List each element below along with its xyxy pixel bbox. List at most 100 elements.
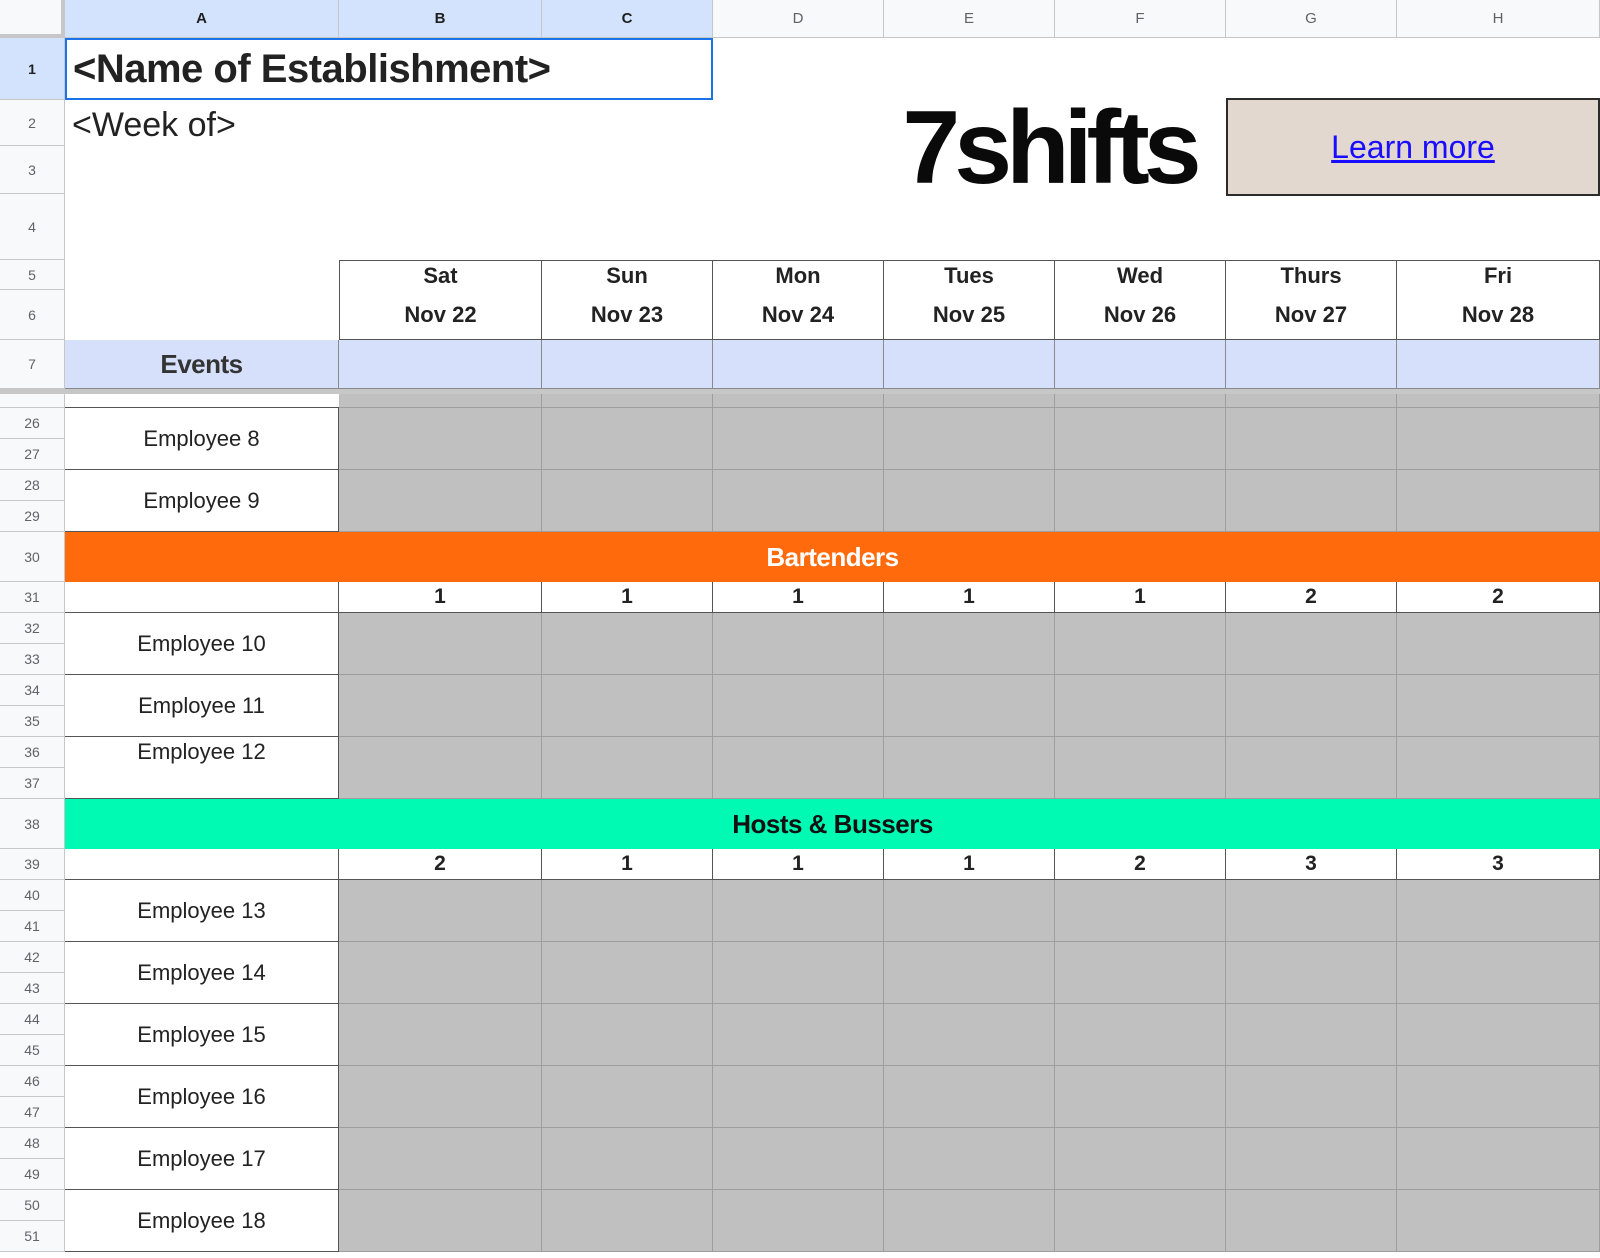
row-header-4[interactable]: 4 bbox=[0, 194, 65, 260]
shift-cell[interactable] bbox=[713, 1128, 884, 1190]
employee-name-cell[interactable]: Employee 8 bbox=[65, 408, 339, 470]
shift-cell[interactable] bbox=[1055, 613, 1226, 675]
shift-cell[interactable] bbox=[884, 1190, 1055, 1252]
row-header-36[interactable]: 36 bbox=[0, 737, 65, 768]
shift-cell[interactable] bbox=[1397, 1066, 1600, 1128]
shift-cell[interactable] bbox=[1397, 942, 1600, 1004]
employee-name-cell[interactable]: Employee 13 bbox=[65, 880, 339, 942]
column-header-g[interactable]: G bbox=[1226, 0, 1397, 38]
learn-more-link[interactable]: Learn more bbox=[1331, 129, 1495, 166]
learn-more-button[interactable]: Learn more bbox=[1226, 98, 1600, 196]
shift-cell[interactable] bbox=[339, 1004, 542, 1066]
shift-cell[interactable] bbox=[339, 613, 542, 675]
row-header-30[interactable]: 30 bbox=[0, 532, 65, 582]
column-header-d[interactable]: D bbox=[713, 0, 884, 38]
shift-cell[interactable] bbox=[713, 880, 884, 942]
day-header-thurs[interactable]: Thurs bbox=[1226, 260, 1397, 291]
date-header-sun[interactable]: Nov 23 bbox=[542, 290, 713, 340]
row-header-34[interactable]: 34 bbox=[0, 675, 65, 706]
row-header-33[interactable]: 33 bbox=[0, 644, 65, 675]
column-header-h[interactable]: H bbox=[1397, 0, 1600, 38]
shift-cell[interactable] bbox=[713, 675, 884, 737]
row-header-5[interactable]: 5 bbox=[0, 260, 65, 290]
row-header-50[interactable]: 50 bbox=[0, 1190, 65, 1221]
select-all-corner[interactable] bbox=[0, 0, 65, 38]
column-header-f[interactable]: F bbox=[1055, 0, 1226, 38]
shift-cell[interactable] bbox=[339, 1190, 542, 1252]
shift-cell[interactable] bbox=[1226, 942, 1397, 1004]
shift-cell[interactable] bbox=[542, 1190, 713, 1252]
shift-cell[interactable] bbox=[542, 408, 713, 470]
events-cell[interactable] bbox=[713, 340, 884, 389]
establishment-name-cell[interactable]: <Name of Establishment> bbox=[65, 38, 713, 100]
row-header-38[interactable]: 38 bbox=[0, 799, 65, 849]
date-header-tues[interactable]: Nov 25 bbox=[884, 290, 1055, 340]
shift-cell[interactable] bbox=[1226, 1128, 1397, 1190]
shift-cell[interactable] bbox=[339, 737, 542, 799]
employee-name-cell[interactable]: Employee 17 bbox=[65, 1128, 339, 1190]
staff-count-cell[interactable]: 2 bbox=[1397, 582, 1600, 613]
staff-count-cell[interactable]: 1 bbox=[1055, 582, 1226, 613]
date-header-mon[interactable]: Nov 24 bbox=[713, 290, 884, 340]
shift-cell[interactable] bbox=[339, 1066, 542, 1128]
staff-count-cell[interactable]: 2 bbox=[339, 849, 542, 880]
row-header-6[interactable]: 6 bbox=[0, 290, 65, 340]
shift-cell[interactable] bbox=[1226, 1004, 1397, 1066]
day-header-sun[interactable]: Sun bbox=[542, 260, 713, 291]
staff-count-cell[interactable]: 2 bbox=[1226, 582, 1397, 613]
shift-cell[interactable] bbox=[1397, 394, 1600, 408]
date-header-sat[interactable]: Nov 22 bbox=[339, 290, 542, 340]
shift-cell[interactable] bbox=[1055, 675, 1226, 737]
events-cell[interactable] bbox=[1226, 340, 1397, 389]
shift-cell[interactable] bbox=[1397, 408, 1600, 470]
staff-count-cell[interactable]: 3 bbox=[1226, 849, 1397, 880]
shift-cell[interactable] bbox=[884, 613, 1055, 675]
shift-cell[interactable] bbox=[1226, 675, 1397, 737]
employee-name-cell[interactable]: Employee 9 bbox=[65, 470, 339, 532]
shift-cell[interactable] bbox=[713, 737, 884, 799]
shift-cell[interactable] bbox=[713, 1190, 884, 1252]
shift-cell[interactable] bbox=[1055, 1066, 1226, 1128]
row-header-29[interactable]: 29 bbox=[0, 501, 65, 532]
row-header-49[interactable]: 49 bbox=[0, 1159, 65, 1190]
shift-cell[interactable] bbox=[884, 737, 1055, 799]
shift-cell[interactable] bbox=[884, 1004, 1055, 1066]
events-cell[interactable] bbox=[1397, 340, 1600, 389]
date-header-wed[interactable]: Nov 26 bbox=[1055, 290, 1226, 340]
shift-cell[interactable] bbox=[1226, 1066, 1397, 1128]
column-header-c[interactable]: C bbox=[542, 0, 713, 38]
shift-cell[interactable] bbox=[1055, 1004, 1226, 1066]
shift-cell[interactable] bbox=[542, 675, 713, 737]
section-header-hosts-bussers[interactable]: Hosts & Bussers bbox=[65, 799, 1600, 849]
shift-cell[interactable] bbox=[713, 1066, 884, 1128]
row-header-3[interactable]: 3 bbox=[0, 146, 65, 194]
shift-cell[interactable] bbox=[1397, 880, 1600, 942]
row-header-48[interactable]: 48 bbox=[0, 1128, 65, 1159]
row-header-27[interactable]: 27 bbox=[0, 439, 65, 470]
shift-cell[interactable] bbox=[339, 880, 542, 942]
row-header-37[interactable]: 37 bbox=[0, 768, 65, 799]
shift-cell[interactable] bbox=[339, 394, 542, 408]
shift-cell[interactable] bbox=[884, 470, 1055, 532]
staff-count-cell[interactable]: 1 bbox=[542, 849, 713, 880]
day-header-fri[interactable]: Fri bbox=[1397, 260, 1600, 291]
shift-cell[interactable] bbox=[542, 737, 713, 799]
employee-name-cell[interactable]: Employee 12 bbox=[65, 737, 339, 799]
row-header-39[interactable]: 39 bbox=[0, 849, 65, 880]
shift-cell[interactable] bbox=[542, 942, 713, 1004]
employee-name-cell[interactable]: Employee 14 bbox=[65, 942, 339, 1004]
row-header-51[interactable]: 51 bbox=[0, 1221, 65, 1252]
shift-cell[interactable] bbox=[339, 408, 542, 470]
shift-cell[interactable] bbox=[542, 1128, 713, 1190]
shift-cell[interactable] bbox=[1397, 1128, 1600, 1190]
shift-cell[interactable] bbox=[542, 394, 713, 408]
shift-cell[interactable] bbox=[713, 394, 884, 408]
shift-cell[interactable] bbox=[1055, 942, 1226, 1004]
column-header-e[interactable]: E bbox=[884, 0, 1055, 38]
shift-cell[interactable] bbox=[1397, 1004, 1600, 1066]
events-cell[interactable] bbox=[542, 340, 713, 389]
staff-count-cell[interactable]: 1 bbox=[713, 849, 884, 880]
day-header-sat[interactable]: Sat bbox=[339, 260, 542, 291]
column-header-a[interactable]: A bbox=[65, 0, 339, 38]
row-header-32[interactable]: 32 bbox=[0, 613, 65, 644]
